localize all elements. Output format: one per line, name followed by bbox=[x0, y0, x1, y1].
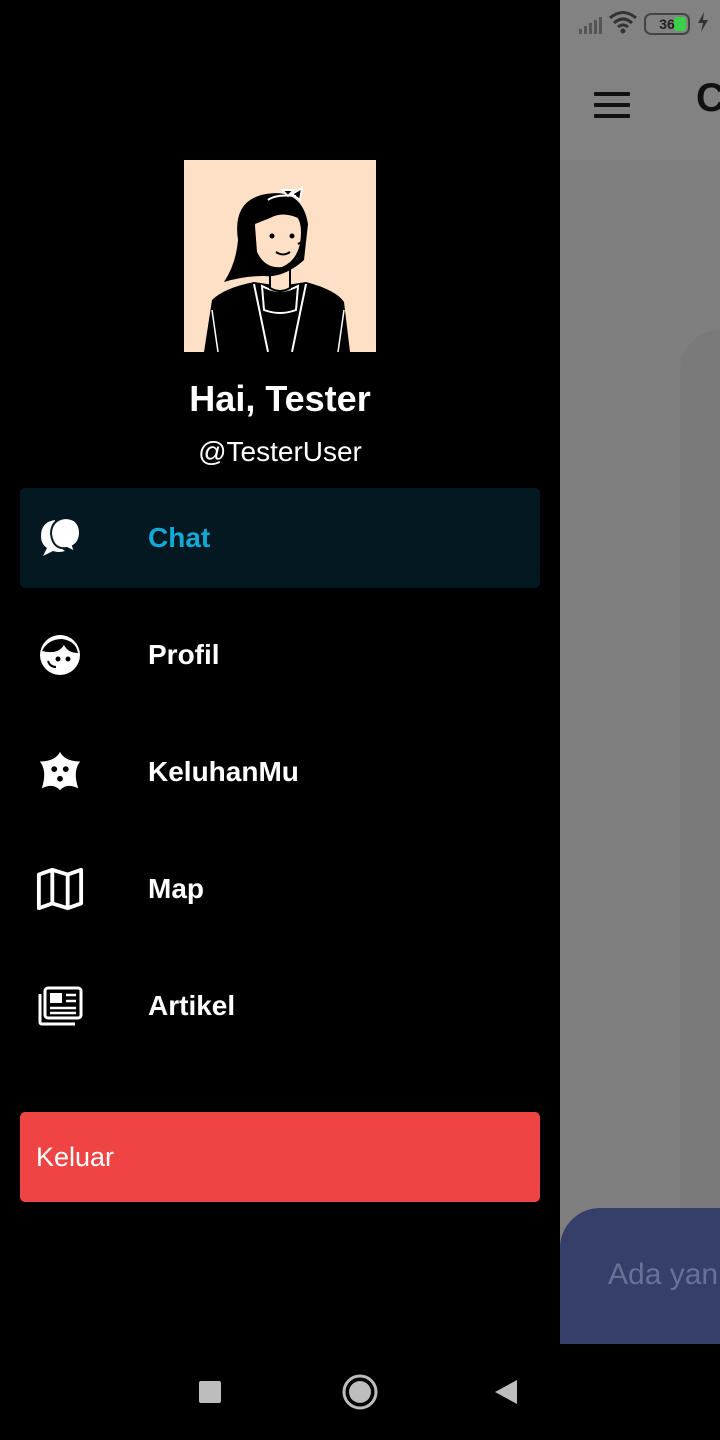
logout-button[interactable]: Keluar bbox=[20, 1112, 540, 1202]
chat-input-placeholder: Ada yan bbox=[608, 1258, 719, 1291]
menu-label-keluhanmu: KeluhanMu bbox=[148, 756, 299, 787]
menu-label-map: Map bbox=[148, 873, 204, 904]
menu-item-map[interactable]: Map bbox=[20, 839, 540, 939]
app-title: C bbox=[696, 76, 720, 120]
avatar bbox=[184, 160, 376, 352]
chat-bubbles-icon bbox=[36, 514, 84, 562]
menu-label-profil: Profil bbox=[148, 639, 220, 670]
battery-level: 36 bbox=[659, 16, 675, 32]
menu-item-profil[interactable]: Profil bbox=[20, 605, 540, 705]
newspaper-icon bbox=[36, 982, 84, 1030]
menu-item-chat[interactable]: Chat bbox=[20, 488, 540, 588]
chat-card bbox=[680, 330, 720, 1230]
home-icon[interactable] bbox=[336, 1368, 384, 1416]
battery-icon: 36 bbox=[644, 13, 690, 35]
hamburger-menu-icon[interactable] bbox=[594, 92, 630, 118]
system-nav-bar bbox=[0, 1344, 720, 1440]
menu-label-chat: Chat bbox=[148, 522, 211, 553]
star-face-icon bbox=[36, 748, 84, 796]
username-text: @TesterUser bbox=[198, 436, 362, 467]
menu-item-artikel[interactable]: Artikel bbox=[20, 956, 540, 1056]
charging-icon bbox=[696, 11, 710, 38]
greeting-text: Hai, Tester bbox=[189, 378, 371, 419]
status-icons: 36 bbox=[579, 10, 710, 38]
navigation-drawer: Hai, Tester @TesterUser Chat Profil Kelu… bbox=[0, 0, 560, 1344]
face-icon bbox=[36, 631, 84, 679]
signal-icon bbox=[579, 14, 602, 34]
menu-item-keluhanmu[interactable]: KeluhanMu bbox=[20, 722, 540, 822]
avatar-illustration bbox=[204, 186, 350, 352]
map-icon bbox=[36, 865, 84, 913]
status-bar: 36 bbox=[0, 0, 720, 48]
back-icon[interactable] bbox=[482, 1368, 530, 1416]
logout-label: Keluar bbox=[36, 1141, 115, 1172]
menu-label-artikel: Artikel bbox=[148, 990, 236, 1021]
wifi-icon bbox=[608, 10, 638, 39]
recent-apps-icon[interactable] bbox=[186, 1368, 234, 1416]
